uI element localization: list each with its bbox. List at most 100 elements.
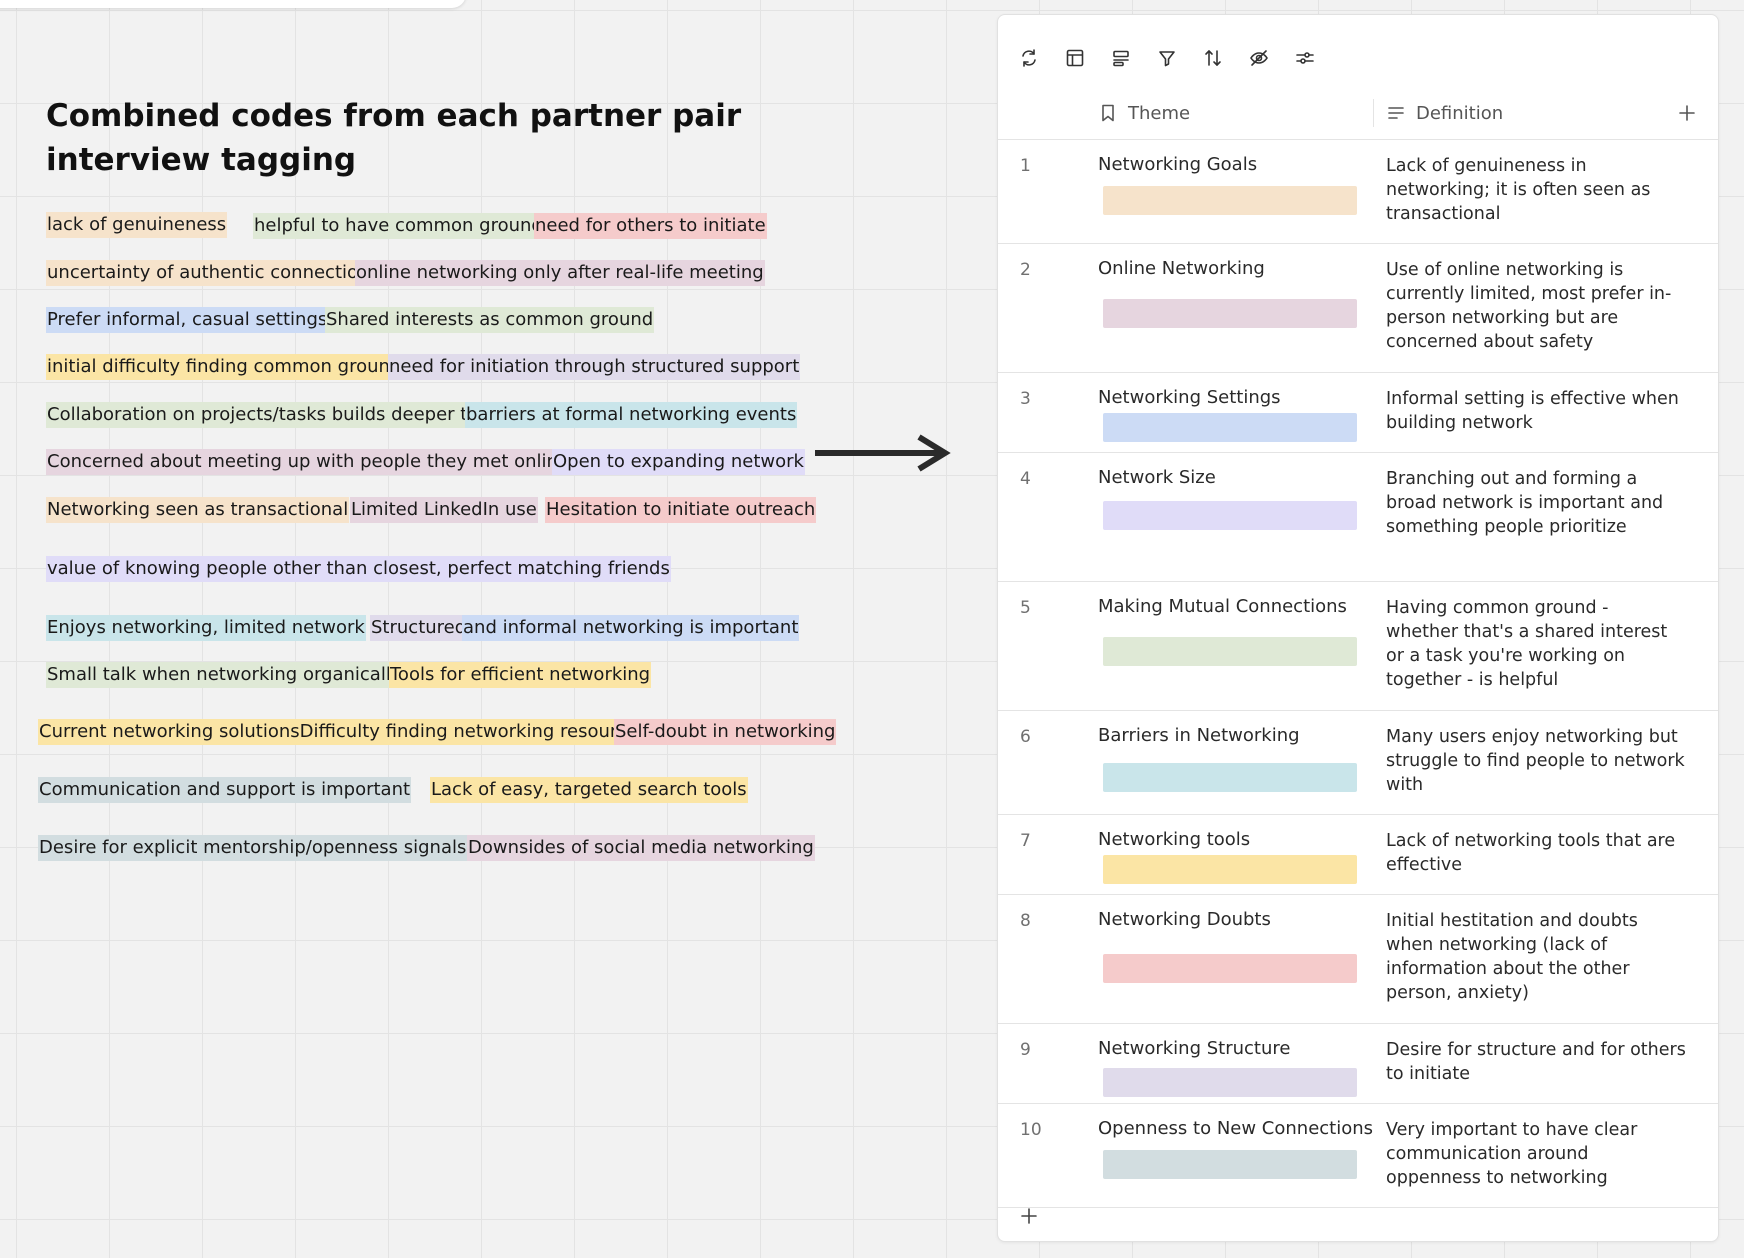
table-row[interactable]: 2 Online Networking Use of online networki… xyxy=(998,244,1718,373)
code-tag[interactable]: Enjoys networking, limited network xyxy=(46,615,366,641)
code-tag[interactable]: initial difficulty finding common ground xyxy=(46,354,403,380)
add-column-button[interactable] xyxy=(1674,100,1700,126)
theme-color-swatch xyxy=(1103,501,1357,530)
row-number: 6 xyxy=(1020,727,1031,747)
row-number: 1 xyxy=(1020,156,1031,176)
hide-icon[interactable] xyxy=(1246,45,1272,71)
board-title: Combined codes from each partner pair in… xyxy=(46,98,742,178)
row-number: 8 xyxy=(1020,911,1031,931)
theme-cell[interactable]: Networking Structure xyxy=(1098,1038,1290,1059)
column-label-theme: Theme xyxy=(1128,102,1191,124)
refresh-icon[interactable] xyxy=(1016,45,1042,71)
table-body: 1 Networking Goals Lack of genuineness in … xyxy=(998,140,1718,1208)
theme-cell[interactable]: Barriers in Networking xyxy=(1098,725,1300,746)
theme-color-swatch xyxy=(1103,1068,1357,1097)
column-header-definition[interactable]: Definition xyxy=(1386,87,1503,139)
theme-color-swatch xyxy=(1103,855,1357,884)
theme-cell[interactable]: Networking tools xyxy=(1098,829,1250,850)
code-tag[interactable]: Limited LinkedIn use xyxy=(350,497,538,523)
code-tag[interactable]: Hesitation to initiate outreach xyxy=(545,497,817,523)
group-icon[interactable] xyxy=(1108,45,1134,71)
code-tag[interactable]: need for initiation through structured s… xyxy=(388,354,801,380)
filter-icon[interactable] xyxy=(1154,45,1180,71)
table-toolbar xyxy=(1016,45,1318,71)
theme-cell[interactable]: Network Size xyxy=(1098,467,1216,488)
code-tag[interactable]: Concerned about meeting up with people t… xyxy=(46,449,571,475)
code-tag[interactable]: barriers at formal networking events xyxy=(465,402,798,428)
code-tag[interactable]: Structured xyxy=(370,615,468,641)
definition-cell[interactable]: Desire for structure and for others to i… xyxy=(1386,1038,1686,1086)
row-number: 7 xyxy=(1020,831,1031,851)
theme-cell[interactable]: Networking Goals xyxy=(1098,154,1257,175)
code-tag[interactable]: Shared interests as common ground xyxy=(325,307,655,333)
bookmark-icon xyxy=(1102,104,1114,122)
definition-cell[interactable]: Initial hestitation and doubts when netw… xyxy=(1386,909,1686,1005)
column-label-definition: Definition xyxy=(1416,102,1504,124)
definition-cell[interactable]: Many users enjoy networking but struggle… xyxy=(1386,725,1686,797)
text-lines-icon xyxy=(1388,107,1404,119)
code-tag[interactable]: Desire for explicit mentorship/openness … xyxy=(38,835,468,861)
code-tag[interactable]: Small talk when networking organically xyxy=(46,662,403,688)
row-number: 4 xyxy=(1020,469,1031,489)
code-tag[interactable]: helpful to have common ground xyxy=(253,213,544,239)
theme-cell[interactable]: Making Mutual Connections xyxy=(1098,596,1347,617)
row-number: 10 xyxy=(1020,1120,1042,1140)
table-row[interactable]: 5 Making Mutual Connections Having common … xyxy=(998,582,1718,711)
column-header-theme[interactable]: Theme xyxy=(1098,87,1190,139)
arrow-right-icon xyxy=(815,434,951,472)
code-tag[interactable]: Downsides of social media networking xyxy=(467,835,815,861)
code-tag[interactable]: Collaboration on projects/tasks builds d… xyxy=(46,402,494,428)
table-row[interactable]: 6 Barriers in Networking Many users enjoy … xyxy=(998,711,1718,815)
code-tag[interactable]: need for others to initiate xyxy=(534,213,767,239)
settings-sliders-icon[interactable] xyxy=(1292,45,1318,71)
code-tag[interactable]: uncertainty of authentic connection xyxy=(46,260,371,286)
table-row[interactable]: 3 Networking Settings Informal setting is … xyxy=(998,373,1718,453)
row-number: 3 xyxy=(1020,389,1031,409)
code-tag[interactable]: value of knowing people other than close… xyxy=(46,556,671,582)
definition-cell[interactable]: Informal setting is effective when build… xyxy=(1386,387,1686,435)
code-tag[interactable]: Lack of easy, targeted search tools xyxy=(430,777,748,803)
top-toolbar-edge xyxy=(0,0,466,8)
code-tag[interactable]: Prefer informal, casual settings xyxy=(46,307,329,333)
theme-cell[interactable]: Networking Settings xyxy=(1098,387,1281,408)
row-number: 9 xyxy=(1020,1040,1031,1060)
definition-cell[interactable]: Very important to have clear communicati… xyxy=(1386,1118,1686,1190)
code-tag[interactable]: Open to expanding network xyxy=(552,449,805,475)
code-tag[interactable]: Self-doubt in networking xyxy=(614,719,837,745)
definition-cell[interactable]: Use of online networking is currently li… xyxy=(1386,258,1686,354)
theme-cell[interactable]: Openness to New Connections xyxy=(1098,1118,1373,1139)
theme-color-swatch xyxy=(1103,763,1357,792)
code-tag[interactable]: Communication and support is important xyxy=(38,777,412,803)
code-tag[interactable]: lack of genuineness xyxy=(46,212,228,238)
theme-color-swatch xyxy=(1103,413,1357,442)
code-tag[interactable]: Tools for efficient networking xyxy=(389,662,652,688)
sort-icon[interactable] xyxy=(1200,45,1226,71)
plus-icon xyxy=(1021,1208,1037,1224)
layout-icon[interactable] xyxy=(1062,45,1088,71)
add-row-button[interactable] xyxy=(1016,1203,1042,1229)
theme-cell[interactable]: Networking Doubts xyxy=(1098,909,1271,930)
column-divider xyxy=(1373,99,1374,127)
code-tag[interactable]: online networking only after real-life m… xyxy=(355,260,765,286)
theme-color-swatch xyxy=(1103,1150,1357,1179)
code-tag[interactable]: and informal networking is important xyxy=(462,615,800,641)
code-tag[interactable]: Networking seen as transactional xyxy=(46,497,350,523)
table-row[interactable]: 4 Network Size Branching out and forming a… xyxy=(998,453,1718,582)
theme-color-swatch xyxy=(1103,299,1357,328)
table-row[interactable]: 1 Networking Goals Lack of genuineness in … xyxy=(998,140,1718,244)
table-row[interactable]: 7 Networking tools Lack of networking tool… xyxy=(998,815,1718,895)
theme-cell[interactable]: Online Networking xyxy=(1098,258,1265,279)
definition-cell[interactable]: Branching out and forming a broad networ… xyxy=(1386,467,1686,539)
theme-color-swatch xyxy=(1103,637,1357,666)
plus-icon xyxy=(1679,105,1695,121)
row-number: 2 xyxy=(1020,260,1031,280)
definition-cell[interactable]: Having common ground - whether that's a … xyxy=(1386,596,1686,692)
theme-color-swatch xyxy=(1103,954,1357,983)
definition-cell[interactable]: Lack of genuineness in networking; it is… xyxy=(1386,154,1686,226)
table-row[interactable]: 8 Networking Doubts Initial hestitation an… xyxy=(998,895,1718,1024)
table-row[interactable]: 10 Openness to New Connections Very import… xyxy=(998,1104,1718,1208)
table-row[interactable]: 9 Networking Structure Desire for structur… xyxy=(998,1024,1718,1104)
definition-cell[interactable]: Lack of networking tools that are effect… xyxy=(1386,829,1686,877)
theme-table-panel: Theme Definition 1 Networking Goals Lack o… xyxy=(997,14,1719,1242)
code-tag[interactable]: Current networking solutionsDifficulty f… xyxy=(38,719,649,745)
